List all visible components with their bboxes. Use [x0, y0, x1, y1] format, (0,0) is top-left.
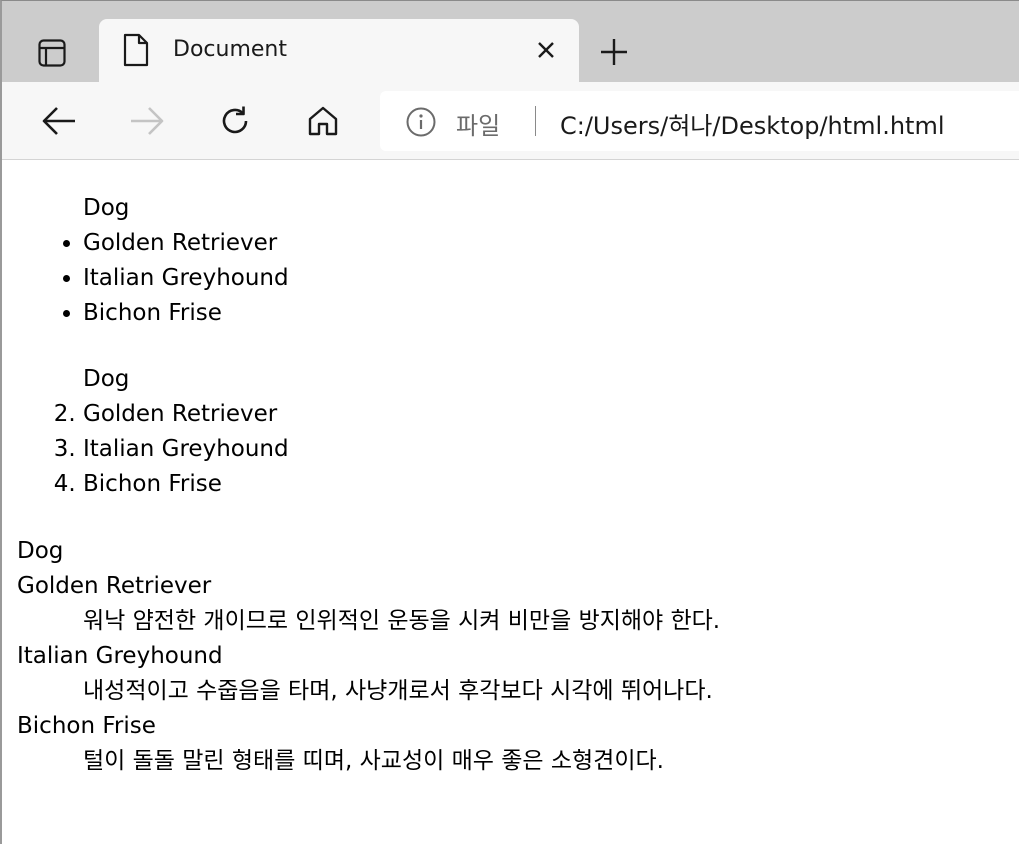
definition-list: Dog Golden Retriever 워낙 얌전한 개이므로 인위적인 운동… [17, 534, 1007, 779]
list-header: Dog [83, 366, 130, 392]
list-item: Bichon Frise [83, 296, 1007, 331]
definition-list-title: Dog [17, 538, 64, 564]
list-item: Italian Greyhound [83, 261, 1007, 296]
definition-term: Italian Greyhound [17, 643, 223, 669]
tab-strip: Document [2, 1, 1019, 84]
definition-description: 털이 돌돌 말린 형태를 띠며, 사교성이 매우 좋은 소형견이다. [83, 748, 664, 774]
url-text[interactable]: C:/Users/혀나/Desktop/html.html [560, 106, 945, 141]
definition-description: 내성적이고 수줍음을 타며, 사냥개로서 후각보다 시각에 뛰어나다. [83, 678, 713, 704]
definition-description: 워낙 얌전한 개이므로 인위적인 운동을 시켜 비만을 방지해야 한다. [83, 608, 721, 634]
definition-term: Bichon Frise [17, 713, 156, 739]
definition-term: Golden Retriever [17, 573, 212, 599]
document-icon [123, 33, 149, 67]
tab-title: Document [173, 37, 287, 62]
forward-button[interactable] [122, 96, 172, 146]
home-button[interactable] [298, 96, 348, 146]
info-icon[interactable] [406, 107, 436, 137]
close-icon [538, 42, 554, 58]
ordered-list: Dog Golden Retriever Italian Greyhound B… [17, 362, 1007, 502]
address-separator [535, 106, 536, 136]
refresh-button[interactable] [210, 96, 260, 146]
back-button[interactable] [34, 96, 84, 146]
tab-actions-button[interactable] [24, 29, 80, 77]
toolbar: 파일 C:/Users/혀나/Desktop/html.html [2, 82, 1019, 160]
address-bar[interactable]: 파일 C:/Users/혀나/Desktop/html.html [380, 91, 1019, 151]
list-item: Golden Retriever [83, 226, 1007, 261]
tab-document[interactable]: Document [99, 19, 579, 84]
list-header: Dog [83, 195, 130, 221]
list-item: Italian Greyhound [83, 432, 1007, 467]
new-tab-button[interactable] [594, 32, 634, 72]
close-tab-button[interactable] [529, 33, 563, 67]
tab-actions-icon [38, 39, 66, 67]
list-item: Golden Retriever [83, 397, 1007, 432]
refresh-icon [222, 106, 248, 134]
file-scheme-label: 파일 [456, 112, 501, 140]
unordered-list: Dog Golden Retriever Italian Greyhound B… [17, 191, 1007, 331]
back-arrow-icon [42, 107, 75, 135]
forward-arrow-icon [131, 107, 164, 135]
page-content: Dog Golden Retriever Italian Greyhound B… [17, 160, 1007, 779]
home-icon [308, 106, 338, 136]
plus-icon [601, 39, 627, 65]
list-item: Bichon Frise [83, 467, 1007, 502]
